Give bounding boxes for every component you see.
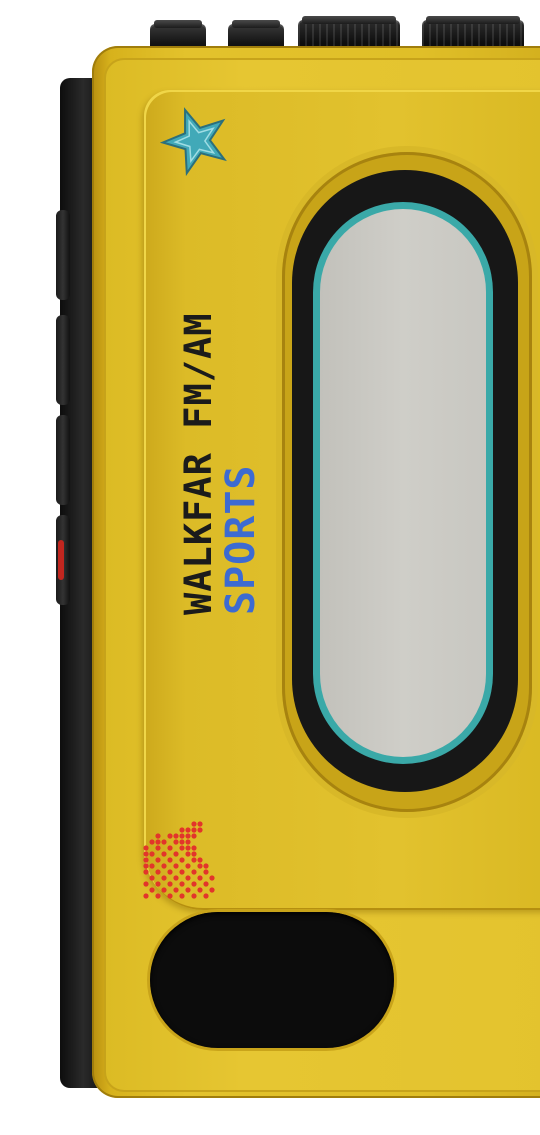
star-icon <box>160 107 227 176</box>
side-key-3[interactable] <box>56 415 70 505</box>
cassette-window[interactable] <box>320 209 486 757</box>
cassette-player: WALKFAR FM/AM SPORTS <box>0 0 540 1135</box>
speaker-grille-icon <box>143 821 215 899</box>
side-key-1[interactable] <box>56 210 70 300</box>
model-name: SPORTS <box>218 464 264 616</box>
belt-clip-cutout <box>150 912 394 1048</box>
brand-name: WALKFAR FM/AM <box>177 312 220 615</box>
side-key-2[interactable] <box>56 315 70 405</box>
side-red-indicator <box>58 540 64 580</box>
brand-logo: WALKFAR FM/AM SPORTS <box>177 312 264 616</box>
